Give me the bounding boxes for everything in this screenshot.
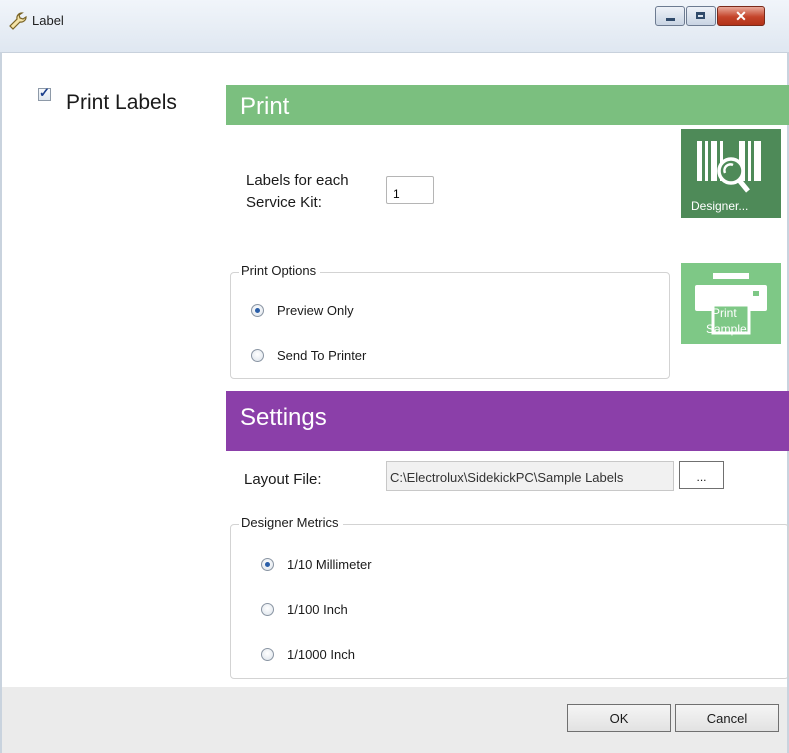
preview-only-radio[interactable] [251,304,264,317]
maximize-icon [696,12,705,19]
wrench-icon [9,12,27,30]
print-sample-label-line1: Print [712,306,737,320]
metric-1000inch-label: 1/1000 Inch [287,647,355,662]
print-sample-button[interactable]: Print Sample [681,263,781,344]
send-to-printer-label: Send To Printer [277,348,367,363]
metric-100inch-label: 1/100 Inch [287,602,348,617]
print-labels-checkbox[interactable]: ✓ [38,85,51,101]
labels-per-kit-label: Labels for each Service Kit: [246,170,349,214]
minimize-button[interactable] [655,6,685,26]
designer-metrics-title: Designer Metrics [239,515,343,530]
print-section-banner: Print [226,85,789,125]
preview-only-label: Preview Only [277,303,354,318]
print-options-title: Print Options [239,263,321,278]
browse-button[interactable]: ... [679,461,724,489]
labels-per-kit-label-line1: Labels for each [246,172,349,189]
designer-metrics-group: Designer Metrics 1/10 Millimeter 1/100 I… [230,515,789,679]
metric-10mm-label: 1/10 Millimeter [287,557,372,572]
metric-100inch-radio[interactable] [261,603,274,616]
layout-file-label: Layout File: [244,471,322,488]
barcode-magnifier-icon [697,141,761,193]
send-to-printer-radio[interactable] [251,349,264,362]
maximize-button[interactable] [686,6,716,26]
close-icon: ✕ [735,8,747,24]
metric-1000inch-radio[interactable] [261,648,274,661]
minimize-icon [666,18,675,21]
cancel-button[interactable]: Cancel [675,704,779,732]
labels-quantity-input[interactable] [386,176,434,204]
metric-10mm-radio[interactable] [261,558,274,571]
ok-button[interactable]: OK [567,704,671,732]
designer-button[interactable]: Designer... [681,129,781,218]
print-labels-label: Print Labels [66,91,177,114]
window-title: Label [32,13,64,28]
labels-per-kit-label-line2: Service Kit: [246,194,322,211]
print-sample-label-line2: Sample [706,322,747,336]
window-border-left [0,52,2,753]
designer-button-label: Designer... [691,199,749,213]
settings-section-banner: Settings [226,391,789,451]
print-options-group: Print Options Preview Only Send To Print… [230,263,670,379]
layout-file-path-field[interactable]: C:\Electrolux\SidekickPC\Sample Labels [386,461,674,491]
checkmark-icon: ✓ [39,85,50,100]
close-button[interactable]: ✕ [717,6,765,26]
